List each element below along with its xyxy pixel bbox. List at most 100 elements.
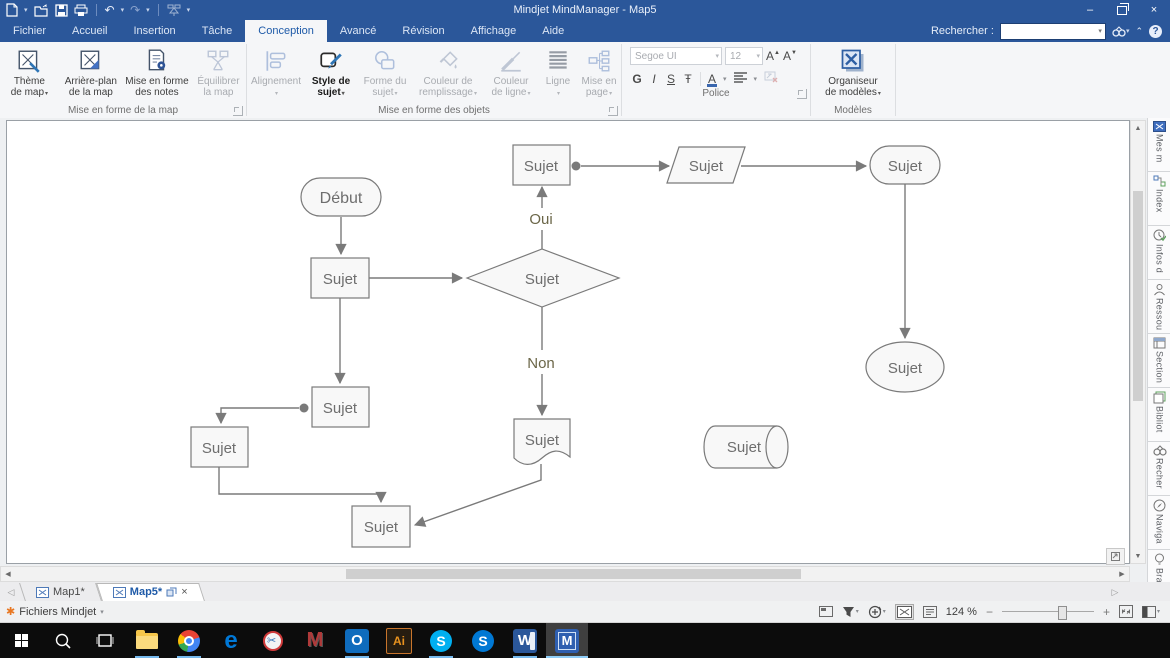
split-view-button[interactable]: ▾ <box>1142 606 1160 618</box>
scroll-up-arrow[interactable]: ▲ <box>1131 121 1145 135</box>
balance-map-icon[interactable] <box>167 4 181 17</box>
shrink-font-button[interactable]: A▼ <box>783 49 797 63</box>
node-process-2[interactable]: Sujet <box>312 387 369 427</box>
node-data-parallelogram[interactable]: Sujet <box>667 147 745 183</box>
tab-aide[interactable]: Aide <box>529 20 577 42</box>
show-branch-button[interactable] <box>819 606 833 617</box>
chrome-button[interactable] <box>168 623 210 658</box>
task-view-button[interactable] <box>84 623 126 658</box>
bold-button[interactable]: G <box>632 72 642 86</box>
sidebar-tab-bibliotheque[interactable]: Bibliot <box>1148 388 1170 442</box>
skype-business-button[interactable]: S <box>462 623 504 658</box>
mindmanager-taskbar-button[interactable]: M <box>546 623 588 658</box>
search-input[interactable] <box>1004 25 1098 38</box>
scroll-down-arrow[interactable]: ▼ <box>1131 549 1145 563</box>
underline-button[interactable]: S <box>666 72 676 86</box>
canvas-corner-button[interactable] <box>1106 548 1125 565</box>
taskbar-search-button[interactable] <box>42 623 84 658</box>
dialog-launcher[interactable] <box>233 106 243 116</box>
scroll-right-arrow[interactable]: ▶ <box>1115 567 1129 581</box>
node-ellipse[interactable]: Sujet <box>866 342 944 392</box>
tab-tache[interactable]: Tâche <box>189 20 246 42</box>
open-icon[interactable] <box>34 4 49 17</box>
node-decision[interactable]: Sujet <box>467 249 619 307</box>
save-icon[interactable] <box>55 4 68 17</box>
search-dropdown-caret[interactable]: ▾ <box>1098 27 1105 35</box>
forme-du-sujet-button[interactable]: Forme du sujet▾ <box>357 45 413 101</box>
sidebar-tab-ressources[interactable]: Ressou <box>1148 280 1170 334</box>
sidebar-tab-sections[interactable]: Section <box>1148 334 1170 388</box>
doc-tab-nav-left[interactable]: ◁ <box>0 583 22 601</box>
sidebar-tab-navigateur[interactable]: Naviga <box>1148 496 1170 550</box>
map-canvas[interactable]: Début Sujet Sujet Sujet <box>6 120 1130 564</box>
zoom-slider-thumb[interactable] <box>1058 606 1067 620</box>
redo-caret[interactable]: ▾ <box>146 6 150 14</box>
word-button[interactable]: W <box>504 623 546 658</box>
horizontal-scroll-thumb[interactable] <box>346 569 801 579</box>
couleur-remplissage-button[interactable]: Couleur de remplissage▾ <box>413 45 483 101</box>
snip-tool-button[interactable] <box>252 623 294 658</box>
restore-button[interactable] <box>1106 0 1138 20</box>
connector-left-bottom[interactable] <box>219 467 381 502</box>
outline-view-button[interactable] <box>923 606 937 618</box>
node-document[interactable]: Sujet <box>514 419 570 464</box>
tab-fichier[interactable]: Fichier <box>0 20 59 42</box>
tab-revision[interactable]: Révision <box>389 20 457 42</box>
sidebar-tab-infos-tache[interactable]: Infos d <box>1148 226 1170 280</box>
print-icon[interactable] <box>74 4 88 17</box>
italic-button[interactable]: I <box>649 72 659 86</box>
node-debut[interactable]: Début <box>301 178 381 216</box>
grow-font-button[interactable]: A▲ <box>766 49 780 63</box>
redo-icon[interactable]: ↷ <box>130 4 140 16</box>
organiseur-modeles-button[interactable]: Organiseur de modèles▾ <box>814 45 892 101</box>
float-window-icon[interactable] <box>166 587 177 597</box>
vertical-scroll-thumb[interactable] <box>1133 191 1143 401</box>
close-button[interactable]: × <box>1138 0 1170 20</box>
skype-button[interactable]: S <box>420 623 462 658</box>
media-app-button[interactable]: M <box>294 623 336 658</box>
tab-avance[interactable]: Avancé <box>327 20 390 42</box>
text-align-caret[interactable]: ▾ <box>754 75 758 83</box>
doc-tab-map5[interactable]: Map5* × <box>99 583 202 601</box>
qat-customize-caret[interactable]: ▾ <box>187 6 191 14</box>
help-icon[interactable]: ? <box>1149 25 1162 38</box>
equilibrer-map-button[interactable]: Équilibrer la map <box>191 45 246 99</box>
start-button[interactable] <box>0 623 42 658</box>
connector-document-bottom[interactable] <box>415 464 541 525</box>
font-color-button[interactable]: A <box>708 72 716 86</box>
theme-de-map-button[interactable]: Thème de map▾ <box>0 45 59 101</box>
advanced-search-icon[interactable]: ▾ <box>1112 25 1130 37</box>
minimize-button[interactable]: – <box>1074 0 1106 20</box>
font-name-select[interactable]: Segoe UI▾ <box>630 47 722 65</box>
search-box[interactable]: ▾ <box>1000 23 1106 40</box>
style-de-sujet-button[interactable]: Style de sujet▾ <box>305 45 357 101</box>
node-terminator-right[interactable]: Sujet <box>870 146 940 184</box>
new-dropdown-caret[interactable]: ▾ <box>24 6 28 14</box>
add-topic-button[interactable]: ▾ <box>868 605 886 619</box>
map-view-button[interactable] <box>895 604 914 620</box>
undo-icon[interactable]: ↶ <box>105 4 115 16</box>
sidebar-tab-rechercher[interactable]: Recher <box>1148 442 1170 496</box>
new-document-icon[interactable] <box>6 3 18 17</box>
node-process-top[interactable]: Sujet <box>513 145 570 185</box>
undo-caret[interactable]: ▾ <box>121 6 125 14</box>
node-process-3[interactable]: Sujet <box>191 427 248 467</box>
filter-button[interactable]: ▾ <box>842 606 859 618</box>
collapse-ribbon-icon[interactable]: ⌃ <box>1135 26 1143 37</box>
tab-insertion[interactable]: Insertion <box>120 20 188 42</box>
node-process-1[interactable]: Sujet <box>311 258 369 298</box>
connectors[interactable] <box>219 166 905 525</box>
couleur-ligne-button[interactable]: Couleur de ligne▾ <box>483 45 539 101</box>
scroll-left-arrow[interactable]: ◀ <box>1 567 15 581</box>
dialog-launcher[interactable] <box>797 89 807 99</box>
clear-format-button[interactable] <box>764 71 778 86</box>
zoom-in-button[interactable]: + <box>1103 605 1110 619</box>
alignement-button[interactable]: Alignement ▾ <box>247 45 305 101</box>
node-process-4[interactable]: Sujet <box>352 506 410 547</box>
sidebar-tab-mes-maps[interactable]: Mes m <box>1148 118 1170 172</box>
edge-button[interactable]: e <box>210 623 252 658</box>
node-stored-data-cylinder[interactable]: Sujet <box>704 426 788 468</box>
tab-accueil[interactable]: Accueil <box>59 20 120 42</box>
tab-affichage[interactable]: Affichage <box>458 20 530 42</box>
file-explorer-button[interactable] <box>126 623 168 658</box>
